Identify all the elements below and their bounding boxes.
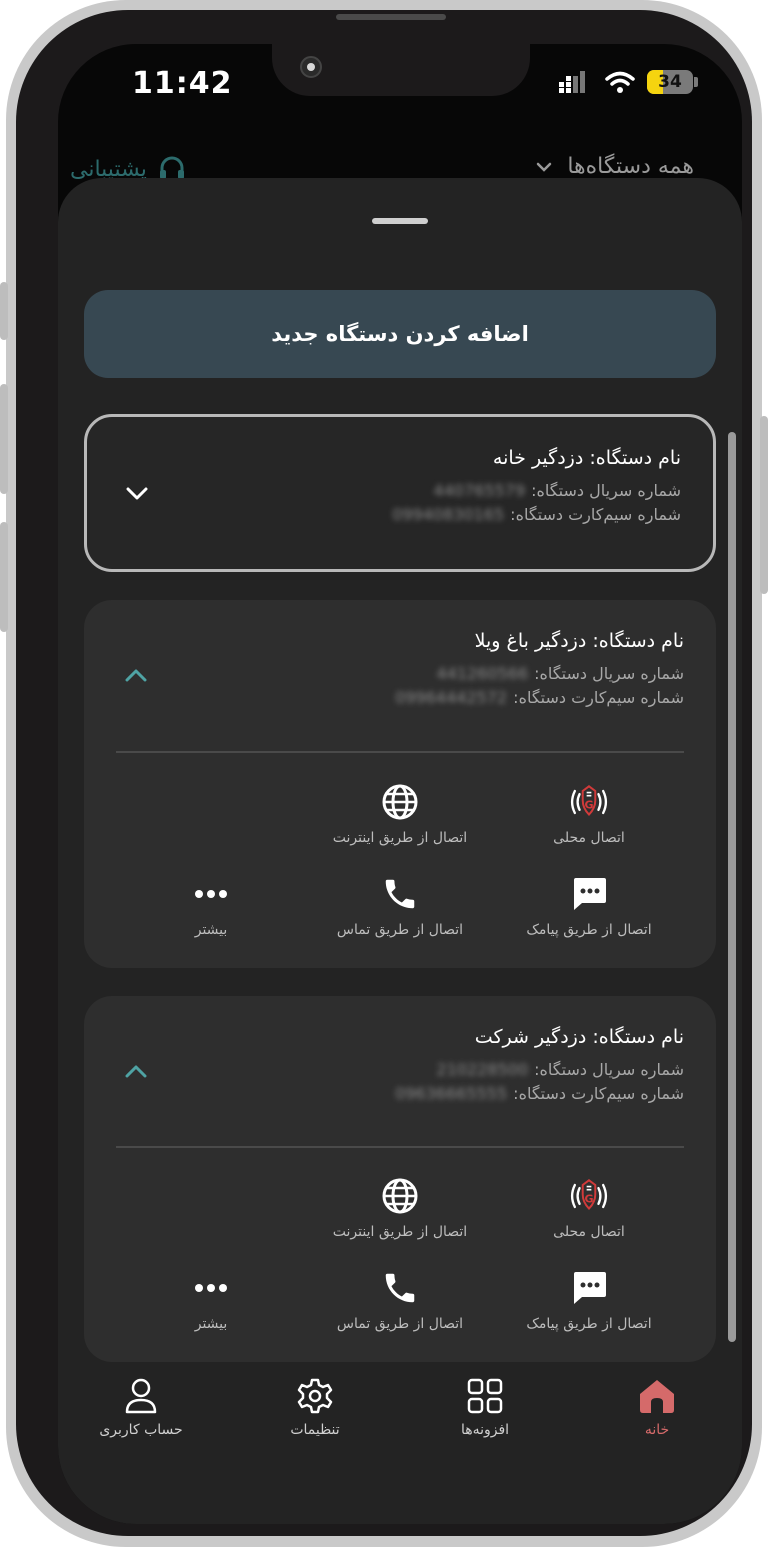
local-connect-button[interactable]: G اتصال محلی	[504, 1174, 674, 1240]
device-sim: شماره سیم‌کارت دستگاه:09964442572	[395, 688, 684, 707]
divider	[116, 1146, 684, 1148]
sms-connect-label: اتصال از طریق پیامک	[526, 922, 652, 938]
chevron-up-icon[interactable]	[122, 662, 150, 690]
device-name: نام دستگاه: دزدگیر باغ ویلا	[474, 630, 684, 652]
internet-connect-label: اتصال از طریق اینترنت	[332, 1224, 468, 1240]
internet-connect-button[interactable]: اتصال از طریق اینترنت	[315, 1174, 485, 1240]
sms-icon	[567, 1266, 611, 1310]
nav-home-label: خانه	[644, 1422, 670, 1438]
status-icons: 34	[559, 70, 698, 94]
device-filter-label: همه دستگاه‌ها	[567, 154, 694, 179]
gear-icon	[297, 1378, 333, 1414]
nav-settings[interactable]: تنظیمات	[240, 1376, 390, 1438]
device-serial: شماره سریال دستگاه:440765579	[433, 481, 681, 500]
battery-indicator: 34	[647, 70, 693, 94]
nav-addons-label: افزونه‌ها	[460, 1422, 510, 1438]
nav-home[interactable]: خانه	[582, 1376, 732, 1438]
chevron-down-icon[interactable]	[123, 479, 151, 507]
device-serial: شماره سریال دستگاه:210228500	[436, 1060, 684, 1079]
device-sim: شماره سیم‌کارت دستگاه:09940830165	[392, 505, 681, 524]
call-connect-button[interactable]: اتصال از طریق تماس	[315, 872, 485, 938]
more-label: بیشتر	[194, 922, 228, 938]
globe-icon	[378, 780, 422, 824]
notch	[272, 44, 530, 96]
device-name: نام دستگاه: دزدگیر شرکت	[474, 1026, 684, 1048]
device-info: نام دستگاه: دزدگیر شرکت شماره سریال دستگ…	[395, 1026, 684, 1106]
local-connect-label: اتصال محلی	[553, 830, 625, 846]
device-sheet: اضافه کردن دستگاه جدید نام دستگاه: دزدگی…	[58, 178, 742, 1524]
scrollbar[interactable]	[728, 432, 736, 1342]
device-sim: شماره سیم‌کارت دستگاه:09636665555	[395, 1084, 684, 1103]
call-connect-button[interactable]: اتصال از طریق تماس	[315, 1266, 485, 1332]
internet-connect-label: اتصال از طریق اینترنت	[332, 830, 468, 846]
divider	[116, 751, 684, 753]
battery-tip	[694, 77, 698, 87]
phone-icon	[378, 1266, 422, 1310]
device-card[interactable]: نام دستگاه: دزدگیر شرکت شماره سریال دستگ…	[84, 996, 716, 1362]
nav-account[interactable]: حساب کاربری	[66, 1376, 216, 1438]
sms-connect-button[interactable]: اتصال از طریق پیامک	[504, 872, 674, 938]
device-card[interactable]: نام دستگاه: دزدگیر باغ ویلا شماره سریال …	[84, 600, 716, 968]
speaker-grille	[336, 14, 446, 20]
device-serial: شماره سریال دستگاه:441260566	[436, 664, 684, 683]
side-button-volume-up	[0, 384, 8, 494]
status-time: 11:42	[132, 66, 233, 101]
svg-text:G: G	[584, 1192, 593, 1205]
phone-bezel: 11:42	[16, 10, 752, 1536]
chevron-down-icon	[537, 162, 552, 172]
side-button-volume-down	[0, 522, 8, 632]
bottom-nav: خانه افزونه‌ها تنظیمات	[58, 1376, 742, 1466]
device-filter-dropdown[interactable]: همه دستگاه‌ها	[535, 154, 694, 179]
svg-text:G: G	[584, 798, 593, 811]
device-info: نام دستگاه: دزدگیر خانه شماره سریال دستگ…	[392, 447, 681, 527]
local-connect-button[interactable]: G اتصال محلی	[504, 780, 674, 846]
sms-connect-label: اتصال از طریق پیامک	[526, 1316, 652, 1332]
nav-settings-label: تنظیمات	[290, 1422, 340, 1438]
device-card[interactable]: نام دستگاه: دزدگیر خانه شماره سریال دستگ…	[84, 414, 716, 572]
local-connect-icon: G	[567, 1174, 611, 1218]
sheet-drag-handle[interactable]	[372, 218, 428, 224]
phone-frame: 11:42	[0, 0, 768, 1547]
more-button[interactable]: بیشتر	[126, 872, 296, 938]
call-connect-label: اتصال از طریق تماس	[336, 922, 464, 938]
phone-icon	[378, 872, 422, 916]
home-icon	[640, 1380, 674, 1413]
device-info: نام دستگاه: دزدگیر باغ ویلا شماره سریال …	[395, 630, 684, 710]
battery-level: 34	[658, 72, 682, 92]
sms-icon	[567, 872, 611, 916]
local-connect-label: اتصال محلی	[553, 1224, 625, 1240]
device-name: نام دستگاه: دزدگیر خانه	[492, 447, 681, 469]
signal-icon	[559, 71, 585, 93]
more-dots-icon	[189, 1266, 233, 1310]
chevron-up-icon[interactable]	[122, 1058, 150, 1086]
more-label: بیشتر	[194, 1316, 228, 1332]
nav-addons[interactable]: افزونه‌ها	[410, 1376, 560, 1438]
screen: 11:42	[58, 44, 742, 1524]
more-button[interactable]: بیشتر	[126, 1266, 296, 1332]
wifi-icon	[605, 71, 635, 93]
side-button-mute	[0, 282, 8, 340]
internet-connect-button[interactable]: اتصال از طریق اینترنت	[315, 780, 485, 846]
add-device-button[interactable]: اضافه کردن دستگاه جدید	[84, 290, 716, 378]
local-connect-icon: G	[567, 780, 611, 824]
side-button-power	[760, 416, 768, 594]
nav-account-label: حساب کاربری	[99, 1422, 183, 1438]
more-dots-icon	[189, 872, 233, 916]
sms-connect-button[interactable]: اتصال از طریق پیامک	[504, 1266, 674, 1332]
call-connect-label: اتصال از طریق تماس	[336, 1316, 464, 1332]
grid-icon	[467, 1378, 503, 1414]
globe-icon	[378, 1174, 422, 1218]
user-icon	[125, 1378, 157, 1414]
camera	[300, 56, 322, 78]
